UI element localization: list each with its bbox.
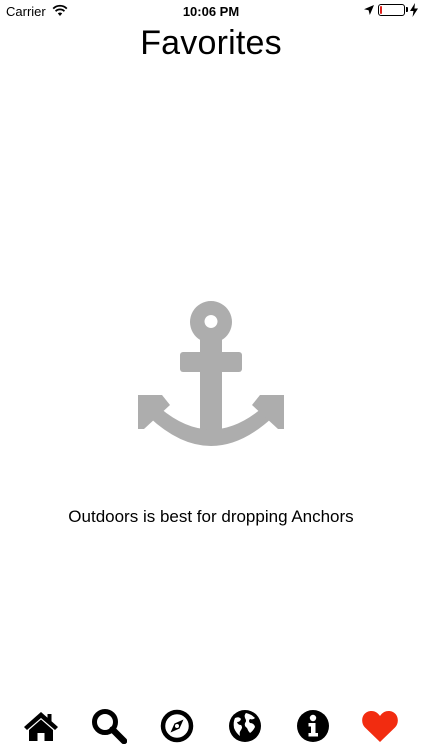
tab-bar: [0, 700, 422, 750]
tab-home[interactable]: [21, 706, 61, 746]
status-bar: Carrier 10:06 PM: [0, 0, 422, 22]
empty-state-message: Outdoors is best for dropping Anchors: [68, 507, 354, 526]
search-icon: [92, 709, 127, 744]
status-time: 10:06 PM: [182, 4, 240, 19]
location-arrow-icon: [364, 5, 374, 15]
battery-cap: [406, 7, 408, 12]
tab-info[interactable]: [293, 706, 333, 746]
charging-bolt-icon: [410, 3, 418, 17]
home-icon: [24, 712, 58, 741]
compass-icon: [160, 709, 194, 743]
page-title: Favorites: [140, 24, 282, 62]
favorites-screen: Carrier 10:06 PM Favorites Outdoors is b…: [0, 0, 422, 750]
globe-icon: [229, 710, 261, 742]
tab-compass[interactable]: [157, 706, 197, 746]
info-icon: [297, 710, 329, 742]
battery-indicator: [378, 4, 405, 16]
tab-globe[interactable]: [225, 706, 265, 746]
tab-search[interactable]: [89, 706, 129, 746]
tab-favorites[interactable]: [360, 706, 400, 746]
heart-icon: [362, 710, 398, 742]
anchor-icon: [138, 301, 284, 446]
battery-level: [380, 6, 382, 14]
